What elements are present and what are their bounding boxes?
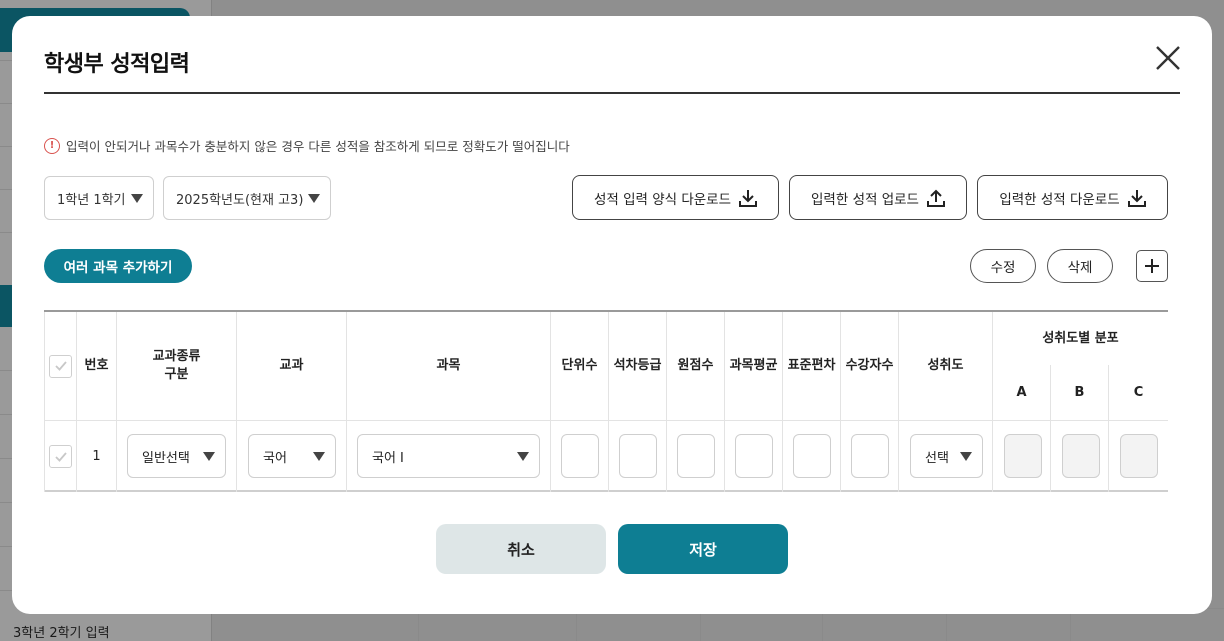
year-select-value: 2025학년도(현재 고3) bbox=[176, 192, 304, 208]
download-form-label: 성적 입력 양식 다운로드 bbox=[593, 191, 732, 208]
upload-scores-label: 입력한 성적 업로드 bbox=[811, 191, 919, 208]
semester-select[interactable]: 1학년 1학기 bbox=[44, 176, 154, 220]
header-achievement: 성취도 bbox=[899, 312, 993, 420]
subject-value: 국어 I bbox=[372, 450, 404, 466]
caret-down-icon bbox=[203, 452, 215, 461]
semester-select-value: 1학년 1학기 bbox=[57, 192, 126, 208]
subject-type-value: 일반선택 bbox=[142, 450, 190, 466]
check-icon bbox=[54, 451, 67, 462]
close-button[interactable] bbox=[1154, 44, 1182, 72]
subject-avg-input[interactable] bbox=[735, 434, 773, 478]
header-dist-a: A bbox=[993, 365, 1051, 420]
upload-icon bbox=[926, 189, 945, 207]
plus-icon bbox=[1145, 259, 1159, 273]
subject-select[interactable]: 국어 I bbox=[357, 434, 540, 478]
units-input[interactable] bbox=[561, 434, 599, 478]
close-icon bbox=[1156, 46, 1180, 70]
download-icon bbox=[739, 189, 758, 207]
students-input[interactable] bbox=[851, 434, 889, 478]
row-number: 1 bbox=[77, 421, 117, 492]
course-select[interactable]: 국어 bbox=[248, 434, 336, 478]
header-subject-type: 교과종류 구분 bbox=[117, 312, 237, 420]
modal-title: 학생부 성적입력 bbox=[44, 52, 190, 77]
dist-a-input[interactable] bbox=[1004, 434, 1042, 478]
caret-down-icon bbox=[313, 452, 325, 461]
header-distribution: 성취도별 분포 bbox=[993, 312, 1168, 365]
score-table: 번호 교과종류 구분 교과 과목 단위수 석차등급 원점수 과목평균 표준편차 … bbox=[44, 310, 1168, 492]
dist-b-input[interactable] bbox=[1062, 434, 1100, 478]
check-icon bbox=[54, 361, 67, 371]
subject-type-select[interactable]: 일반선택 bbox=[127, 434, 226, 478]
notice-text: 입력이 안되거나 과목수가 충분하지 않은 경우 다른 성적을 참조하게 되므로… bbox=[66, 139, 570, 154]
add-subjects-button[interactable]: 여러 과목 추가하기 bbox=[44, 249, 192, 283]
background-menu-item[interactable]: 3학년 2학기 입력 bbox=[13, 622, 110, 641]
cancel-button[interactable]: 취소 bbox=[436, 524, 606, 574]
header-rank-grade: 석차등급 bbox=[609, 312, 667, 420]
achievement-value: 선택 bbox=[925, 450, 949, 466]
notice: ! 입력이 안되거나 과목수가 충분하지 않은 경우 다른 성적을 참조하게 되… bbox=[44, 136, 570, 155]
upload-scores-button[interactable]: 입력한 성적 업로드 bbox=[789, 175, 967, 220]
header-subject-avg: 과목평균 bbox=[725, 312, 783, 420]
select-all-checkbox[interactable] bbox=[49, 354, 72, 378]
warning-icon: ! bbox=[44, 137, 60, 154]
row-checkbox[interactable] bbox=[49, 445, 72, 468]
header-dist-b: B bbox=[1051, 365, 1109, 420]
caret-down-icon bbox=[308, 194, 320, 203]
header-raw-score: 원점수 bbox=[667, 312, 725, 420]
course-value: 국어 bbox=[263, 450, 287, 466]
caret-down-icon bbox=[517, 452, 529, 461]
row-select-cell bbox=[44, 421, 77, 492]
title-divider bbox=[44, 92, 1180, 94]
std-dev-input[interactable] bbox=[793, 434, 831, 478]
header-course: 교과 bbox=[237, 312, 347, 420]
edit-button[interactable]: 수정 bbox=[970, 249, 1036, 283]
rank-grade-input[interactable] bbox=[619, 434, 657, 478]
score-input-modal: 학생부 성적입력 ! 입력이 안되거나 과목수가 충분하지 않은 경우 다른 성… bbox=[12, 16, 1212, 614]
save-button[interactable]: 저장 bbox=[618, 524, 788, 574]
header-subject: 과목 bbox=[347, 312, 551, 420]
download-form-button[interactable]: 성적 입력 양식 다운로드 bbox=[572, 175, 779, 220]
caret-down-icon bbox=[960, 452, 972, 461]
download-scores-button[interactable]: 입력한 성적 다운로드 bbox=[977, 175, 1168, 220]
caret-down-icon bbox=[131, 194, 143, 203]
delete-button[interactable]: 삭제 bbox=[1047, 249, 1113, 283]
header-students: 수강자수 bbox=[841, 312, 899, 420]
header-number: 번호 bbox=[77, 312, 117, 420]
header-select-all bbox=[44, 312, 77, 420]
year-select[interactable]: 2025학년도(현재 고3) bbox=[163, 176, 331, 220]
download-icon bbox=[1127, 189, 1146, 207]
raw-score-input[interactable] bbox=[677, 434, 715, 478]
download-scores-label: 입력한 성적 다운로드 bbox=[999, 191, 1120, 208]
add-row-button[interactable] bbox=[1136, 250, 1168, 282]
achievement-select[interactable]: 선택 bbox=[910, 434, 983, 478]
header-std-dev: 표준편차 bbox=[783, 312, 841, 420]
dist-c-input[interactable] bbox=[1120, 434, 1158, 478]
header-units: 단위수 bbox=[551, 312, 609, 420]
header-dist-c: C bbox=[1109, 365, 1168, 420]
